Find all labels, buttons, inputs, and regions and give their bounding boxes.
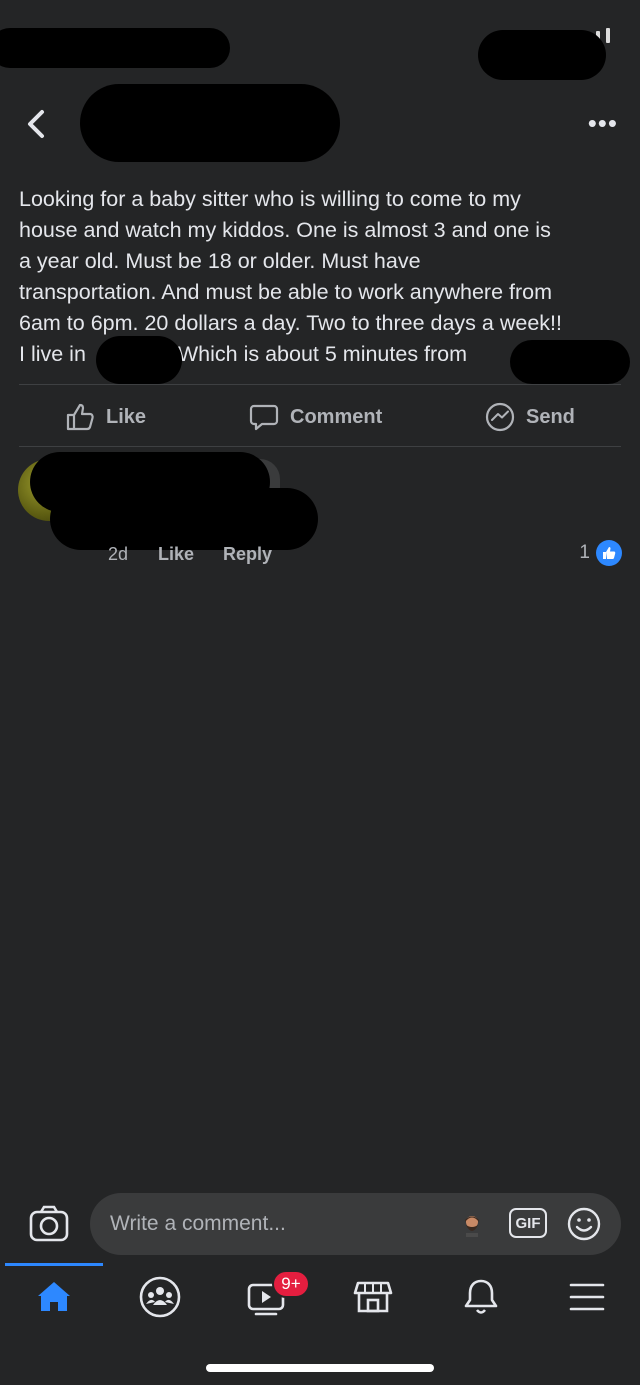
camera-button[interactable] — [28, 1204, 70, 1244]
comment-button[interactable]: Comment — [248, 398, 382, 436]
post-line: 6am to 6pm. 20 dollars a day. Two to thr… — [19, 311, 562, 335]
redaction-status-right — [478, 30, 606, 80]
post-line: house and watch my kiddos. One is almost… — [19, 218, 551, 242]
chevron-left-icon — [28, 110, 44, 138]
comment-reactions[interactable]: 1 — [579, 540, 622, 566]
tab-home[interactable] — [9, 1262, 99, 1332]
redaction-location-1 — [96, 336, 182, 384]
back-button[interactable] — [22, 104, 52, 144]
home-indicator[interactable] — [206, 1364, 434, 1372]
post-line: a year old. Must be 18 or older. Must ha… — [19, 249, 421, 273]
redaction-author-name — [80, 84, 340, 162]
more-icon: ••• — [587, 108, 618, 138]
comment-age: 2d — [108, 544, 129, 564]
bell-icon — [464, 1279, 498, 1314]
bottom-tab-bar — [0, 1262, 640, 1332]
send-label: Send — [526, 405, 575, 428]
camera-icon — [29, 1205, 69, 1242]
smiley-icon — [567, 1207, 601, 1241]
comment-reply-button[interactable]: Reply — [223, 544, 272, 565]
comment-icon — [249, 404, 279, 431]
divider — [19, 446, 621, 447]
send-button[interactable]: Send — [484, 398, 575, 436]
like-button[interactable]: Like — [64, 398, 146, 436]
like-label: Like — [106, 405, 147, 428]
watch-notification-badge: 9+ — [272, 1270, 310, 1298]
redaction-comment — [50, 488, 318, 550]
post-text-fragment: I live in — [19, 342, 86, 366]
tab-groups[interactable] — [115, 1262, 205, 1332]
post-text-fragment: ! Which is about 5 minutes from — [165, 342, 468, 366]
messenger-icon — [485, 402, 515, 432]
groups-icon — [139, 1276, 181, 1318]
comment-like-button[interactable]: Like — [158, 544, 194, 565]
avatar-sticker-icon[interactable] — [460, 1213, 484, 1237]
emoji-button[interactable] — [566, 1206, 602, 1242]
post-line: transportation. And must be able to work… — [19, 280, 552, 304]
tab-marketplace[interactable] — [328, 1262, 418, 1332]
more-options-button[interactable]: ••• — [588, 108, 618, 139]
divider — [19, 384, 621, 385]
like-reaction-icon — [596, 540, 622, 566]
redaction-location-2 — [510, 340, 630, 384]
menu-icon — [569, 1283, 605, 1311]
tab-notifications[interactable] — [436, 1262, 526, 1332]
post-line: Looking for a baby sitter who is willing… — [19, 187, 521, 211]
thumbs-up-icon — [66, 403, 94, 431]
comment-label: Comment — [290, 405, 383, 428]
reaction-count: 1 — [579, 542, 590, 563]
comment-input[interactable] — [108, 1207, 432, 1241]
redaction-status-time — [0, 28, 230, 68]
comment-composer[interactable]: GIF — [90, 1193, 621, 1255]
gif-button[interactable]: GIF — [509, 1208, 547, 1238]
home-icon — [38, 1282, 70, 1311]
tab-menu[interactable] — [542, 1262, 632, 1332]
gif-label: GIF — [515, 1214, 541, 1232]
marketplace-icon — [353, 1281, 393, 1313]
